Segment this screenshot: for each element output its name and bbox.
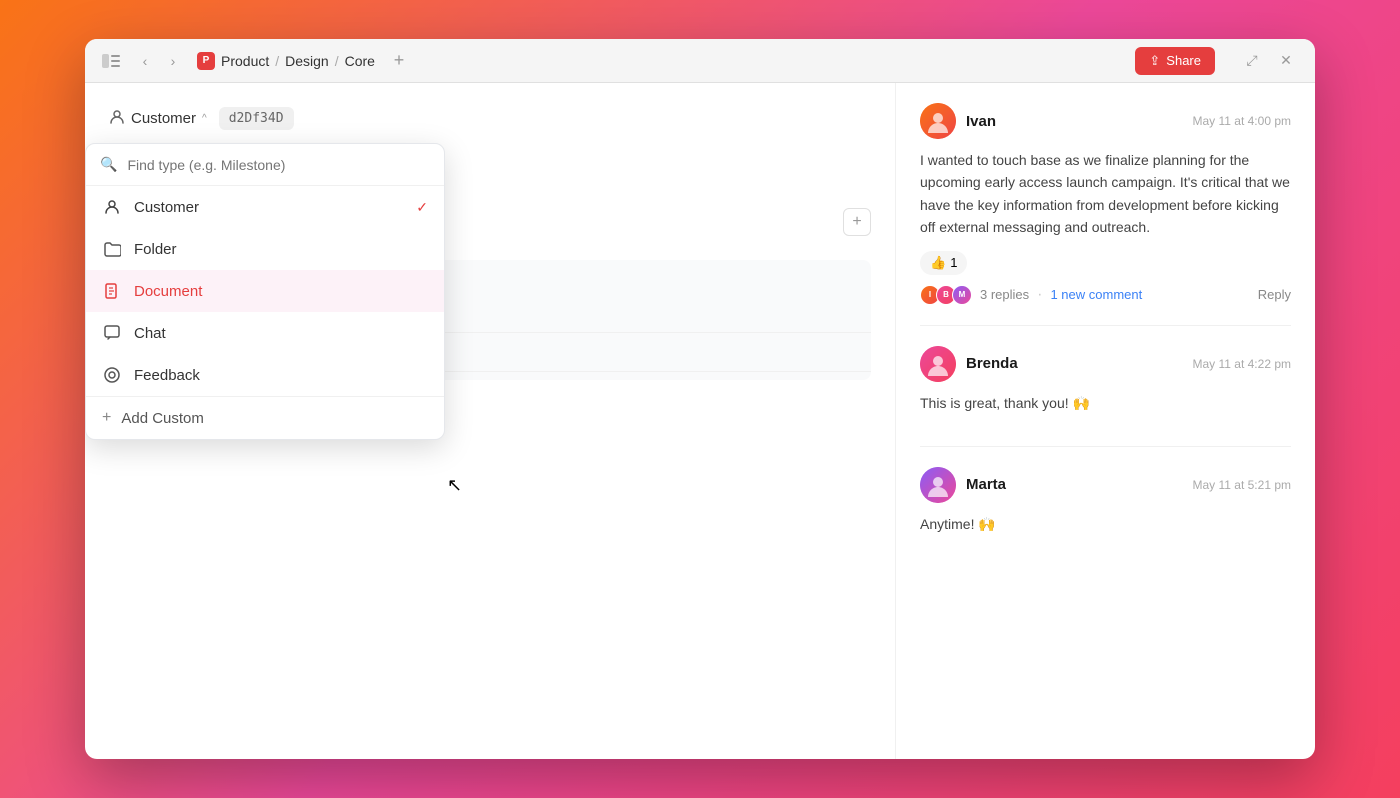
dropdown-item-folder[interactable]: Folder <box>86 228 444 270</box>
breadcrumb: P Product / Design / Core <box>197 52 375 70</box>
breadcrumb-design[interactable]: Design <box>285 53 329 69</box>
replies-count: 3 replies <box>980 287 1029 302</box>
breadcrumb-product[interactable]: Product <box>221 53 269 69</box>
comment-name-ivan: Ivan <box>966 113 996 130</box>
dropdown-folder-label: Folder <box>134 241 177 258</box>
sidebar-toggle-button[interactable] <box>101 51 121 71</box>
person-icon <box>109 109 125 128</box>
share-button[interactable]: ⇪ Share <box>1135 47 1215 75</box>
thumbsup-emoji: 👍 <box>930 255 946 271</box>
dropdown-customer-label: Customer <box>134 199 199 216</box>
avatar-ivan <box>920 103 956 139</box>
dropdown-item-chat[interactable]: Chat <box>86 312 444 354</box>
breadcrumb-core[interactable]: Core <box>345 53 375 69</box>
separator: · <box>1037 286 1042 304</box>
add-tab-button[interactable]: + <box>387 49 411 73</box>
avatar-brenda <box>920 346 956 382</box>
back-button[interactable]: ‹ <box>133 49 157 73</box>
product-icon: P <box>197 52 215 70</box>
feedback-icon <box>102 365 122 385</box>
chevron-up-icon: ^ <box>202 113 207 124</box>
avatar-marta <box>920 467 956 503</box>
comment-block-marta: Marta May 11 at 5:21 pm Anytime! 🙌 <box>920 467 1291 567</box>
comment-block-ivan: Ivan May 11 at 4:00 pm I wanted to touch… <box>920 103 1291 326</box>
share-icon: ⇪ <box>1149 53 1160 69</box>
dropdown-document-label: Document <box>134 283 202 300</box>
breadcrumb-sep2: / <box>335 53 339 69</box>
comment-name-brenda: Brenda <box>966 355 1018 372</box>
left-panel: Customer ^ d2Df34D ...unch Marketing + F… <box>85 83 895 759</box>
comment-footer-ivan: I B M 3 replies · 1 new comment Reply <box>920 285 1291 305</box>
type-label: Customer <box>131 110 196 127</box>
search-icon: 🔍 <box>100 156 117 173</box>
comment-author-ivan: Ivan <box>920 103 996 139</box>
expand-button[interactable]: ⤢ <box>1239 48 1265 74</box>
browser-toolbar: ‹ › P Product / Design / Core + ⇪ Share … <box>85 39 1315 83</box>
comment-text-marta: Anytime! 🙌 <box>920 513 1291 535</box>
check-icon: ✓ <box>416 199 428 216</box>
nav-arrows: ‹ › <box>133 49 185 73</box>
folder-icon <box>102 239 122 259</box>
comment-reactions-ivan: 👍 1 <box>920 251 1291 275</box>
add-custom-button[interactable]: + Add Custom <box>86 397 444 439</box>
comment-author-brenda: Brenda <box>920 346 1018 382</box>
type-selector-row: Customer ^ d2Df34D <box>109 107 871 130</box>
close-button[interactable]: ✕ <box>1273 48 1299 74</box>
right-panel: Ivan May 11 at 4:00 pm I wanted to touch… <box>895 83 1315 759</box>
comment-time-marta: May 11 at 5:21 pm <box>1193 478 1292 492</box>
dropdown-chat-label: Chat <box>134 325 166 342</box>
dropdown-search-row: 🔍 <box>86 144 444 186</box>
type-selector[interactable]: Customer ^ <box>109 109 207 128</box>
plus-icon: + <box>102 409 111 427</box>
main-content: Customer ^ d2Df34D ...unch Marketing + F… <box>85 83 1315 759</box>
document-icon <box>102 281 122 301</box>
customer-icon <box>102 197 122 217</box>
dropdown-item-customer[interactable]: Customer ✓ <box>86 186 444 228</box>
chat-icon <box>102 323 122 343</box>
comment-header-marta: Marta May 11 at 5:21 pm <box>920 467 1291 503</box>
new-comment-link[interactable]: 1 new comment <box>1050 287 1142 302</box>
comment-author-marta: Marta <box>920 467 1006 503</box>
add-custom-label: Add Custom <box>121 410 204 427</box>
window-controls: ⤢ ✕ <box>1239 48 1299 74</box>
dropdown-item-document[interactable]: Document <box>86 270 444 312</box>
comment-block-brenda: Brenda May 11 at 4:22 pm This is great, … <box>920 346 1291 447</box>
reply-avatars: I B M <box>920 285 972 305</box>
id-badge: d2Df34D <box>219 107 294 130</box>
reaction-count: 1 <box>950 255 957 270</box>
add-content-button[interactable]: + <box>843 208 871 236</box>
comment-time-brenda: May 11 at 4:22 pm <box>1193 357 1292 371</box>
reply-button-ivan[interactable]: Reply <box>1258 287 1291 302</box>
comment-text-ivan: I wanted to touch base as we finalize pl… <box>920 149 1291 239</box>
dropdown-feedback-label: Feedback <box>134 367 200 384</box>
mouse-cursor: ↖ <box>447 475 462 496</box>
reply-avatar-3: M <box>952 285 972 305</box>
type-search-input[interactable] <box>127 157 430 173</box>
type-dropdown: 🔍 Customer ✓ <box>85 143 445 440</box>
comment-time-ivan: May 11 at 4:00 pm <box>1193 114 1292 128</box>
comment-name-marta: Marta <box>966 476 1006 493</box>
comment-text-brenda: This is great, thank you! 🙌 <box>920 392 1291 414</box>
comment-header-ivan: Ivan May 11 at 4:00 pm <box>920 103 1291 139</box>
browser-window: ‹ › P Product / Design / Core + ⇪ Share … <box>85 39 1315 759</box>
thumbsup-reaction[interactable]: 👍 1 <box>920 251 967 275</box>
forward-button[interactable]: › <box>161 49 185 73</box>
breadcrumb-sep1: / <box>275 53 279 69</box>
comment-header-brenda: Brenda May 11 at 4:22 pm <box>920 346 1291 382</box>
dropdown-item-feedback[interactable]: Feedback <box>86 354 444 396</box>
